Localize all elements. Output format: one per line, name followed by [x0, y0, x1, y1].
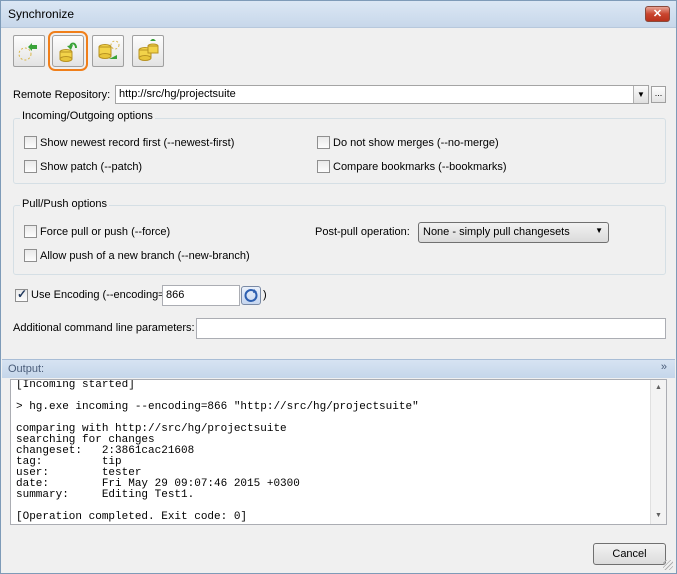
output-label: Output: [8, 363, 45, 375]
no-merge-checkbox[interactable] [317, 136, 330, 149]
incoming-button[interactable] [48, 31, 88, 71]
chevron-down-icon: ▼ [595, 226, 603, 235]
refresh-encoding-button[interactable] [241, 286, 261, 305]
force-label[interactable]: Force pull or push (--force) [40, 226, 170, 238]
scroll-down-icon[interactable]: ▼ [651, 508, 666, 524]
chevron-down-icon[interactable]: ▼ [633, 86, 648, 103]
post-pull-value: None - simply pull changesets [423, 226, 570, 238]
incoming-outgoing-title: Incoming/Outgoing options [20, 110, 155, 122]
collapse-icon[interactable]: » [661, 361, 667, 373]
bookmarks-label[interactable]: Compare bookmarks (--bookmarks) [333, 161, 507, 173]
close-button[interactable]: ✕ [645, 6, 670, 22]
show-patch-label[interactable]: Show patch (--patch) [40, 161, 142, 173]
cancel-button[interactable]: Cancel [593, 543, 666, 565]
push-icon [138, 39, 159, 61]
title-bar: Synchronize ✕ [1, 1, 676, 28]
incoming-outgoing-group [13, 118, 666, 184]
bookmarks-checkbox[interactable] [317, 160, 330, 173]
post-pull-label: Post-pull operation: [315, 226, 410, 238]
pull-push-title: Pull/Push options [20, 198, 109, 210]
output-scrollbar[interactable]: ▲ ▼ [650, 380, 666, 524]
remote-repository-label: Remote Repository: [13, 89, 111, 101]
output-header: Output: » [2, 359, 675, 378]
newest-first-checkbox[interactable] [24, 136, 37, 149]
newest-first-label[interactable]: Show newest record first (--newest-first… [40, 137, 234, 149]
refresh-icon [244, 289, 258, 302]
use-encoding-label[interactable]: Use Encoding (--encoding= [31, 289, 165, 301]
new-branch-checkbox[interactable] [24, 249, 37, 262]
pull-icon [18, 43, 37, 61]
additional-params-input[interactable] [196, 318, 666, 339]
remote-repository-value: http://src/hg/projectsuite [119, 88, 236, 100]
encoding-input[interactable]: 866 [162, 285, 240, 306]
output-text: [Incoming started] > hg.exe incoming --e… [16, 379, 419, 523]
synchronize-dialog: Synchronize ✕ Remote Repository: http://… [0, 0, 677, 574]
incoming-icon [59, 42, 77, 62]
resize-grip-icon[interactable] [663, 560, 673, 570]
scroll-up-icon[interactable]: ▲ [651, 380, 666, 396]
show-patch-checkbox[interactable] [24, 160, 37, 173]
remote-repository-combo[interactable]: http://src/hg/projectsuite ▼ [115, 85, 649, 104]
outgoing-icon [98, 40, 120, 59]
encoding-value: 866 [166, 289, 185, 301]
force-checkbox[interactable] [24, 225, 37, 238]
outgoing-button[interactable] [92, 35, 124, 67]
use-encoding-checkbox[interactable] [15, 287, 28, 302]
new-branch-label[interactable]: Allow push of a new branch (--new-branch… [40, 250, 250, 262]
additional-params-label: Additional command line parameters: [13, 322, 195, 334]
no-merge-label[interactable]: Do not show merges (--no-merge) [333, 137, 499, 149]
push-button[interactable] [132, 35, 164, 67]
post-pull-dropdown[interactable]: None - simply pull changesets ▼ [418, 222, 609, 243]
window-title: Synchronize [8, 7, 75, 21]
browse-button[interactable]: ... [651, 86, 666, 103]
encoding-close-paren: ) [263, 289, 267, 301]
pull-button[interactable] [13, 35, 45, 67]
output-area[interactable]: [Incoming started] > hg.exe incoming --e… [10, 379, 667, 525]
